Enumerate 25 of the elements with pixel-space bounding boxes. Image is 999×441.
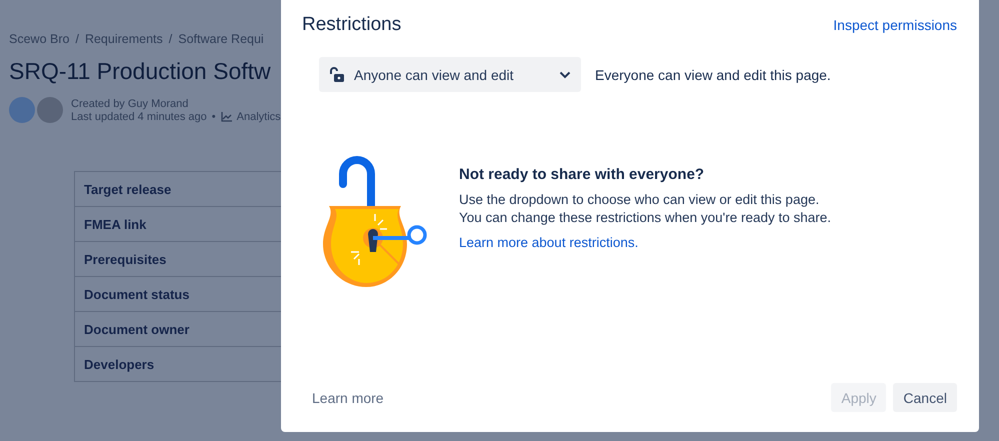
created-by-text: Created by Guy Morand [71, 98, 190, 110]
breadcrumb-separator: / [168, 32, 172, 46]
avatar[interactable] [9, 97, 35, 123]
chevron-down-icon [559, 70, 571, 78]
dot-separator: • [212, 110, 216, 122]
learn-more-restrictions-link[interactable]: Learn more about restrictions. [459, 234, 844, 250]
page-title: SRQ-11 Production Softw [9, 58, 272, 85]
breadcrumb-link[interactable]: Requirements [84, 32, 163, 46]
unlock-icon [329, 66, 345, 82]
last-updated-text: Last updated 4 minutes ago [71, 110, 207, 122]
breadcrumb-link[interactable]: Scewo Bro [9, 32, 70, 46]
empty-state-heading: Not ready to share with everyone? [459, 166, 706, 182]
breadcrumb-link[interactable]: Software Requi [178, 32, 264, 46]
avatar[interactable] [37, 97, 63, 123]
restriction-dropdown[interactable]: Anyone can view and edit [319, 57, 581, 92]
chart-icon [220, 112, 232, 122]
table-cell-text: Target release [83, 180, 172, 199]
empty-state-description: Use the dropdown to choose who can view or edit this page. You can change these restrictions when you're ready to share. [459, 190, 832, 226]
cancel-button[interactable]: Cancel [893, 383, 957, 412]
analytics-link[interactable]: Analytics [236, 110, 281, 122]
inspect-permissions-link[interactable]: Inspect permissions [833, 17, 957, 33]
breadcrumb-separator: / [75, 32, 79, 46]
dialog-title: Restrictions [302, 14, 402, 36]
learn-more-link[interactable]: Learn more [312, 390, 384, 406]
dropdown-description: Everyone can view and edit this page. [595, 66, 831, 82]
